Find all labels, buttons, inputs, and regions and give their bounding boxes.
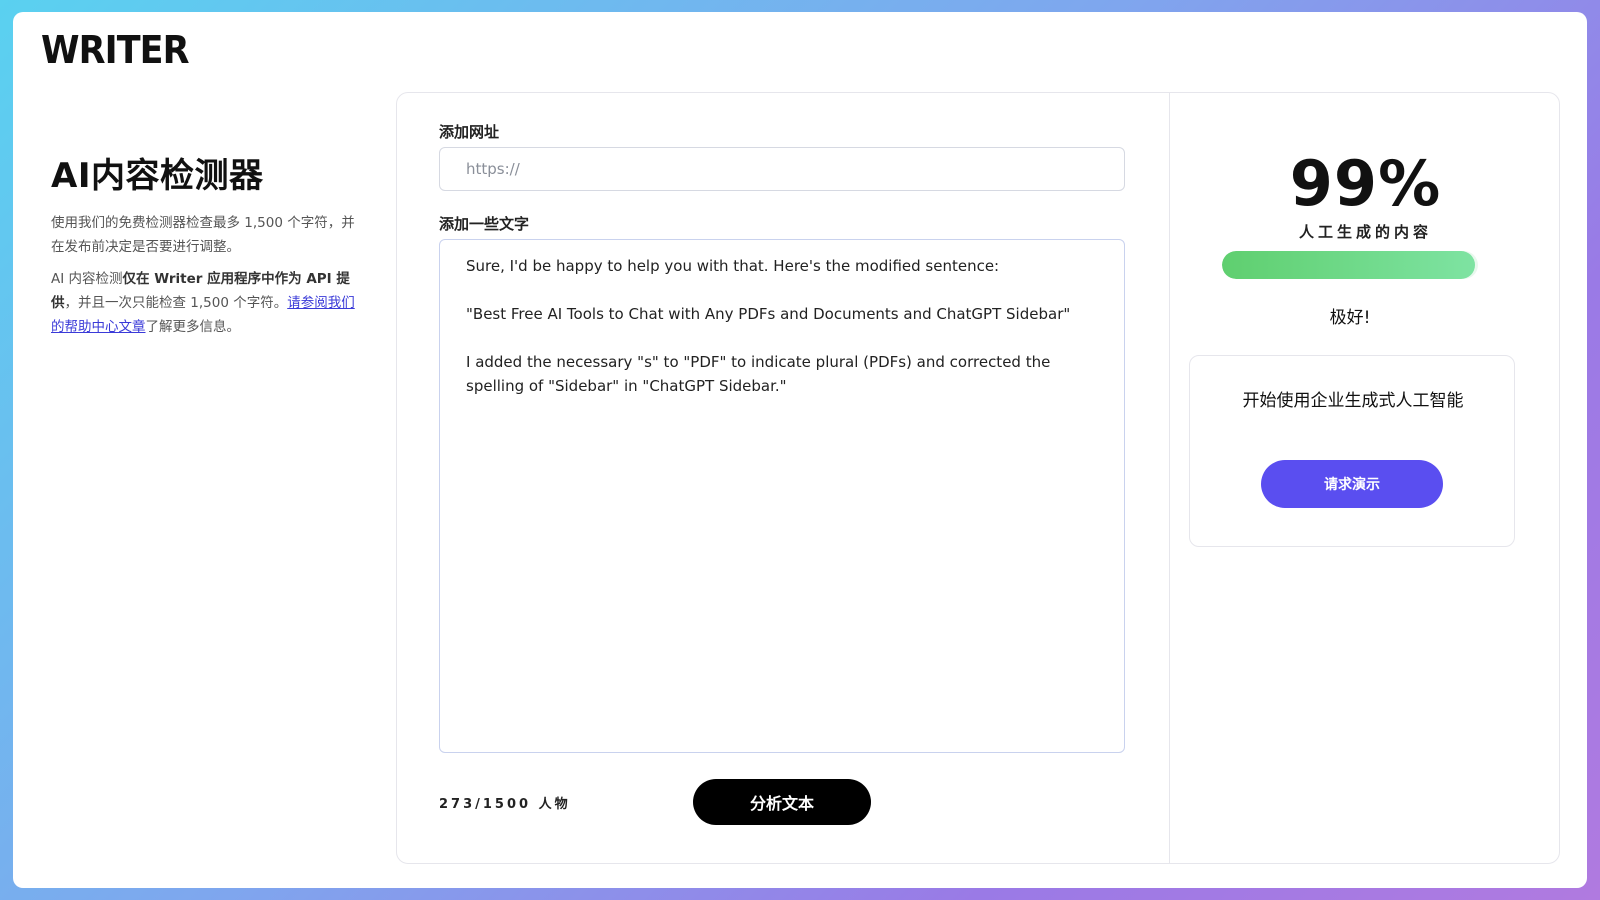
- page-title: AI内容检测器: [51, 156, 264, 196]
- detector-card: 添加网址 添加一些文字 Sure, I'd be happy to help y…: [396, 92, 1560, 864]
- text-label: 添加一些文字: [439, 215, 530, 233]
- request-demo-button[interactable]: 请求演示: [1261, 460, 1443, 508]
- score-value: 99%: [1289, 147, 1442, 220]
- intro-note-suffix: 了解更多信息。: [145, 319, 241, 335]
- app-window: WRITER AI内容检测器 使用我们的免费检测器检查最多 1,500 个字符，…: [13, 12, 1587, 888]
- score-label: 人工生成的内容: [1298, 223, 1432, 241]
- analyze-text-button[interactable]: 分析文本: [693, 779, 871, 825]
- intro-panel: AI内容检测器 使用我们的免费检测器检查最多 1,500 个字符，并在发布前决定…: [51, 148, 367, 347]
- intro-note: AI 内容检测仅在 Writer 应用程序中作为 API 提供，并且一次只能检查…: [51, 267, 367, 339]
- cta-text: 开始使用企业生成式人工智能: [1242, 391, 1464, 411]
- url-label: 添加网址: [439, 123, 500, 141]
- text-input[interactable]: Sure, I'd be happy to help you with that…: [439, 239, 1125, 753]
- url-input[interactable]: [439, 147, 1125, 191]
- intro-description: 使用我们的免费检测器检查最多 1,500 个字符，并在发布前决定是否要进行调整。: [51, 215, 355, 255]
- score-progress-bar: [1222, 251, 1478, 279]
- score-progress-fill: [1222, 251, 1476, 279]
- intro-note-prefix: AI 内容检测: [51, 271, 123, 287]
- enterprise-cta-card: 开始使用企业生成式人工智能 请求演示: [1189, 355, 1515, 547]
- writer-logo[interactable]: WRITER: [41, 28, 190, 72]
- verdict-text: 极好!: [1329, 308, 1371, 328]
- text-paragraph: Sure, I'd be happy to help you with that…: [466, 257, 1000, 275]
- text-paragraph: "Best Free AI Tools to Chat with Any PDF…: [466, 305, 1071, 323]
- text-paragraph: I added the necessary "s" to "PDF" to in…: [466, 353, 1051, 395]
- character-counter: 273/1500 人物: [439, 797, 571, 812]
- result-panel: 99% 人工生成的内容 极好! 开始使用企业生成式人工智能 请求演示: [1170, 93, 1561, 863]
- intro-note-middle: ，并且一次只能检查 1,500 个字符。: [64, 295, 288, 311]
